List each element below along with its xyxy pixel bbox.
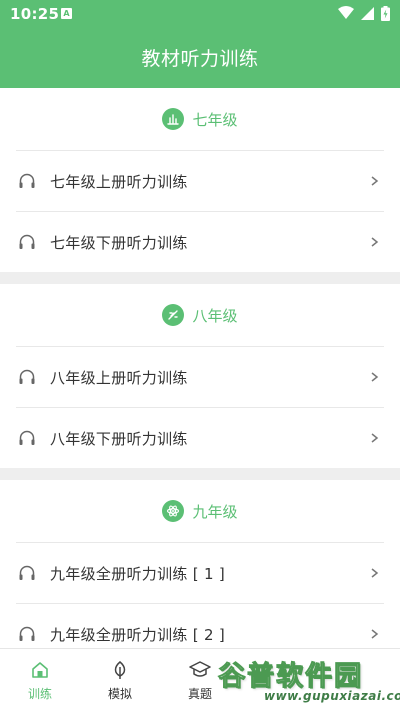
list-item[interactable]: 八年级上册听力训练 (16, 346, 384, 407)
battery-charging-icon (381, 5, 390, 21)
wifi-icon (338, 6, 354, 19)
headphones-icon (18, 232, 38, 252)
tab-label: 模拟 (107, 687, 132, 701)
section-divider (0, 272, 400, 284)
chevron-right-icon (371, 629, 379, 639)
chevron-right-icon (371, 568, 379, 578)
section-grade-7: 七年级 七年级上册听力训练 七年级下册听力训练 (0, 88, 400, 272)
chevron-right-icon (371, 372, 379, 382)
status-bar: 10:25 A (0, 0, 400, 28)
list-item[interactable]: 九年级全册听力训练 [ 2 ] (16, 603, 384, 648)
section-header: 八年级 (0, 284, 400, 346)
watermark-title: 谷普软件园 (218, 661, 363, 693)
tab-training[interactable]: 训练 (0, 649, 80, 711)
section-grade-8: 八年级 八年级上册听力训练 八年级下册听力训练 (0, 284, 400, 468)
list-item[interactable]: 七年级上册听力训练 (16, 150, 384, 211)
section-header: 九年级 (0, 480, 400, 542)
headphones-icon (18, 367, 38, 387)
page-title: 教材听力训练 (141, 48, 259, 70)
home-icon (32, 662, 48, 678)
tab-mock-exam[interactable]: 模拟 (80, 649, 160, 711)
app-header: 10:25 A 教材听力训练 (0, 0, 400, 88)
chevron-right-icon (371, 433, 379, 443)
graduation-cap-icon (189, 661, 211, 677)
sparkle-icon (162, 304, 185, 326)
leaf-icon (114, 661, 126, 679)
atom-icon (162, 500, 185, 522)
headphones-icon (18, 624, 38, 644)
status-time: 10:25 (10, 5, 60, 23)
section-grade-9: 九年级 九年级全册听力训练 [ 1 ] 九年级全册听力训练 [ 2 ] (0, 480, 400, 648)
training-list[interactable]: 七年级 七年级上册听力训练 七年级下册听力训练 八年级 八年级上册听力训练 八年… (0, 88, 400, 648)
watermark-url: www.gupuxiazai.com (264, 689, 400, 703)
status-icons (338, 5, 390, 21)
headphones-icon (18, 563, 38, 583)
section-divider (0, 468, 400, 480)
list-item-label: 九年级全册听力训练 [ 1 ] (50, 564, 226, 583)
chevron-right-icon (371, 237, 379, 247)
list-item-label: 九年级全册听力训练 [ 2 ] (50, 625, 226, 644)
list-item[interactable]: 七年级下册听力训练 (16, 211, 384, 272)
list-item-label: 八年级上册听力训练 (50, 368, 188, 387)
tab-label: 训练 (27, 687, 52, 701)
grade-title: 七年级 (192, 110, 238, 129)
watermark-logo: 谷普软件园 www.gupuxiazai.com (214, 652, 400, 709)
headphones-icon (18, 171, 38, 191)
list-item[interactable]: 九年级全册听力训练 [ 1 ] (16, 542, 384, 603)
chevron-right-icon (371, 176, 379, 186)
notification-icon: A (61, 8, 72, 19)
grade-title: 九年级 (192, 502, 238, 521)
list-item-label: 八年级下册听力训练 (50, 429, 188, 448)
grade-title: 八年级 (192, 306, 238, 325)
list-item-label: 七年级上册听力训练 (50, 172, 188, 191)
list-item-label: 七年级下册听力训练 (50, 233, 188, 252)
list-item[interactable]: 八年级下册听力训练 (16, 407, 384, 468)
headphones-icon (18, 428, 38, 448)
chart-icon (162, 108, 185, 130)
section-header: 七年级 (0, 88, 400, 150)
cellular-signal-icon (361, 6, 374, 20)
